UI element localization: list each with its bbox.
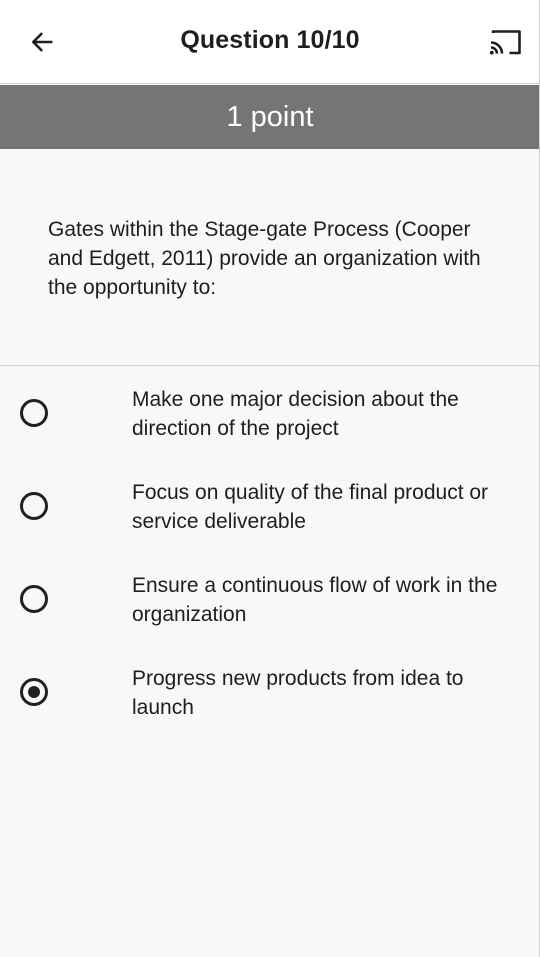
radio-button[interactable] — [20, 399, 48, 427]
cast-icon — [489, 30, 521, 55]
answer-option-label: Ensure a continuous flow of work in the … — [132, 574, 498, 626]
answer-option-4[interactable]: Progress new products from idea to launc… — [0, 646, 540, 730]
radio-button[interactable] — [20, 585, 48, 613]
answer-option-label: Progress new products from idea to launc… — [132, 667, 464, 719]
answer-option-3[interactable]: Ensure a continuous flow of work in the … — [0, 553, 540, 637]
question-text: Gates within the Stage-gate Process (Coo… — [48, 218, 481, 299]
question-section: Gates within the Stage-gate Process (Coo… — [0, 149, 540, 366]
app-bar: Question 10/10 — [0, 0, 540, 84]
answer-option-label: Focus on quality of the final product or… — [132, 481, 489, 533]
answer-option-1[interactable]: Make one major decision about the direct… — [0, 367, 540, 451]
answer-option-2[interactable]: Focus on quality of the final product or… — [0, 460, 540, 544]
points-banner: 1 point — [0, 85, 540, 149]
page-title: Question 10/10 — [180, 26, 360, 54]
radio-button-selected[interactable] — [20, 678, 48, 706]
points-label: 1 point — [226, 100, 314, 133]
radio-button[interactable] — [20, 492, 48, 520]
cast-button[interactable] — [486, 22, 526, 62]
answer-option-label: Make one major decision about the direct… — [132, 388, 459, 440]
